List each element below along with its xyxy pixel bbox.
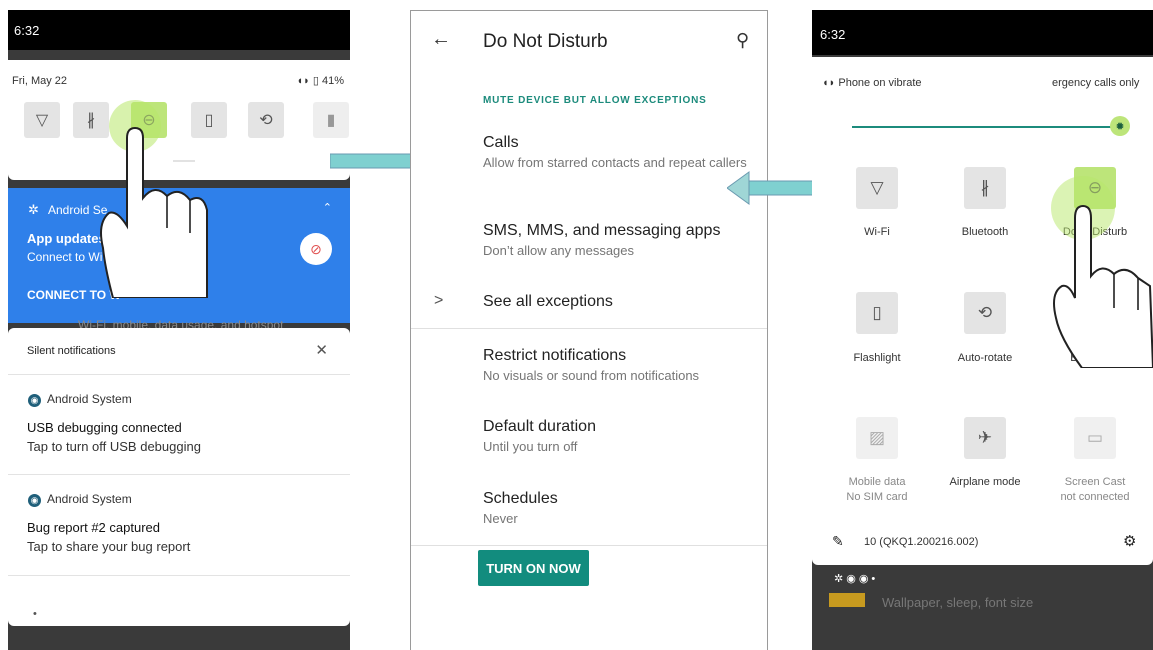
- duration-subtitle: Until you turn off: [483, 439, 578, 454]
- gear-icon: ✲: [28, 202, 39, 217]
- restrict-subtitle: No visuals or sound from notifications: [483, 368, 700, 383]
- sms-subtitle: Don’t allow any messages: [483, 243, 635, 258]
- notification-app: ◉ Android System: [28, 392, 132, 407]
- display-icon: [829, 593, 865, 607]
- divider: [8, 374, 350, 375]
- cast-label: Screen Cast not connected: [1060, 476, 1130, 503]
- chevron-up-icon[interactable]: ⌃: [323, 201, 332, 214]
- divider: [8, 474, 350, 475]
- status-bar: 6:32: [812, 10, 1153, 55]
- emergency-status: ergency calls only: [1052, 77, 1140, 89]
- status-bar: 6:32: [8, 10, 350, 50]
- back-arrow-icon[interactable]: ←: [431, 28, 451, 51]
- wifi-icon[interactable]: ▽: [24, 102, 60, 138]
- mobile-data-icon[interactable]: ▨: [856, 417, 898, 459]
- edit-icon[interactable]: ✎: [832, 533, 844, 550]
- section-header: MUTE DEVICE BUT ALLOW EXCEPTIONS: [483, 95, 707, 106]
- chevron-right-icon: >: [434, 292, 444, 309]
- build-number: 10 (QKQ1.200216.002): [864, 536, 979, 548]
- schedules-subtitle: Never: [483, 511, 518, 526]
- page-title: Do Not Disturb: [483, 31, 608, 52]
- divider: [8, 575, 350, 576]
- bluetooth-label: Bluetooth: [961, 226, 1009, 238]
- divider: [411, 328, 767, 329]
- mobile-data-label: Mobile data No SIM card: [846, 476, 908, 503]
- notification-text: Tap to turn off USB debugging: [27, 439, 201, 454]
- notification-title[interactable]: USB debugging connected: [27, 420, 182, 435]
- behind-text: Wallpaper, sleep, font size: [882, 595, 1034, 610]
- settings-icon[interactable]: ⚙: [1123, 532, 1136, 550]
- silent-header: Silent notifications: [27, 345, 116, 357]
- see-all-exceptions-item[interactable]: See all exceptions: [483, 293, 613, 311]
- notification-text: Connect to Wi: [27, 250, 103, 264]
- rotate-icon[interactable]: ⟲: [964, 292, 1006, 334]
- default-duration-item[interactable]: Default duration: [483, 418, 596, 436]
- flashlight-icon[interactable]: ▯: [856, 292, 898, 334]
- schedules-item[interactable]: Schedules: [483, 490, 558, 508]
- wifi-icon[interactable]: ▽: [856, 167, 898, 209]
- calls-item[interactable]: Calls: [483, 134, 519, 152]
- turn-on-now-button[interactable]: TURN ON NOW: [478, 550, 589, 586]
- date-label: Fri, May 22: [12, 75, 68, 87]
- brightness-knob[interactable]: ✹: [1110, 116, 1130, 136]
- battery-status: ◖◗ ▯ 41%: [296, 75, 345, 87]
- status-time: 6:32: [820, 27, 846, 42]
- android-icon: ◉: [28, 494, 41, 507]
- flashlight-label: Flashlight: [853, 352, 901, 364]
- rotate-icon[interactable]: ⟲: [248, 102, 284, 138]
- battery-saver-icon[interactable]: ▮: [313, 102, 349, 138]
- dnd-settings-panel: ← Do Not Disturb ⚲ MUTE DEVICE BUT ALLOW…: [410, 10, 768, 650]
- restrict-notifications-item[interactable]: Restrict notifications: [483, 347, 626, 365]
- more-dot: •: [33, 608, 37, 620]
- notification-title[interactable]: Bug report #2 captured: [27, 520, 160, 535]
- vibrate-status: ◖◗ Phone on vibrate: [822, 77, 922, 89]
- search-icon[interactable]: ⚲: [736, 30, 749, 51]
- sms-item[interactable]: SMS, MMS, and messaging apps: [483, 222, 720, 240]
- status-time: 6:32: [14, 23, 40, 38]
- silent-notifications-card: Silent notifications ✕ ◉ Android System U…: [8, 328, 350, 626]
- close-icon[interactable]: ✕: [315, 341, 328, 359]
- airplane-icon[interactable]: ✈: [964, 417, 1006, 459]
- tap-hand-icon: [1051, 176, 1153, 368]
- divider: [411, 545, 767, 546]
- notification-text: Tap to share your bug report: [27, 539, 191, 554]
- wifi-off-icon: ⊘: [300, 233, 332, 265]
- bluetooth-icon[interactable]: ∦: [964, 167, 1006, 209]
- wifi-label: Wi-Fi: [864, 226, 890, 238]
- brightness-slider[interactable]: [852, 126, 1122, 128]
- notification-app: ◉ Android System: [28, 492, 132, 507]
- notification-icons: ✲◉◉•: [834, 573, 879, 585]
- cast-icon[interactable]: ▭: [1074, 417, 1116, 459]
- calls-subtitle: Allow from starred contacts and repeat c…: [483, 155, 747, 170]
- tap-hand-icon: [100, 100, 208, 298]
- airplane-label: Airplane mode: [949, 476, 1021, 488]
- android-icon: ◉: [28, 394, 41, 407]
